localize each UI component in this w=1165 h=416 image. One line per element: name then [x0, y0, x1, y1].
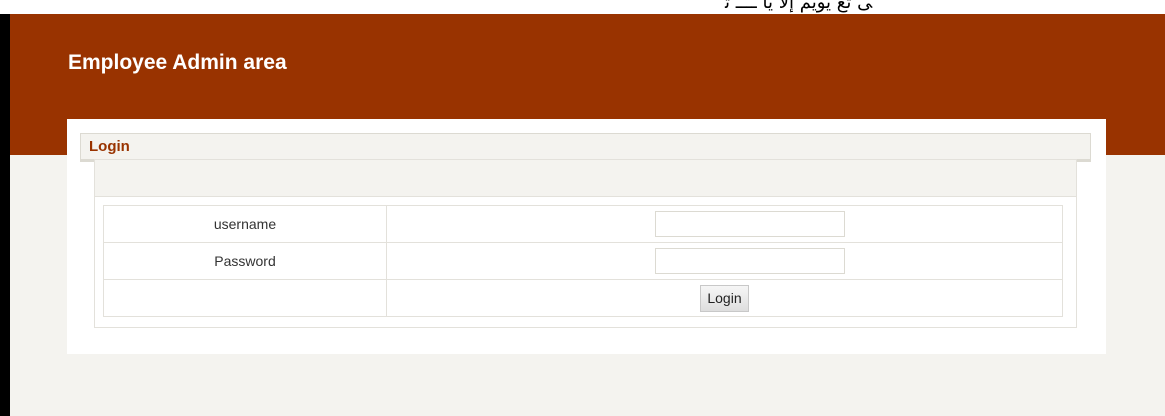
login-button[interactable]: Login	[700, 284, 749, 312]
submit-row: Login	[103, 279, 1063, 317]
page-viewport: Employee Admin area Login username Passw…	[10, 14, 1165, 416]
password-input[interactable]	[654, 248, 845, 274]
site-title: Employee Admin area	[68, 51, 287, 74]
password-row: Password	[103, 242, 1063, 280]
login-panel-header: Login	[80, 133, 1091, 162]
password-label: Password	[103, 242, 387, 280]
username-cell	[386, 205, 1063, 243]
username-input[interactable]	[654, 211, 845, 237]
cropped-top-text: ‪ﯽ ﺗﻊ ﯾﻮﯾﻢ ﺇﻻ ﯾﺎ ــــ ﺛ	[0, 0, 1165, 14]
username-label: username	[103, 205, 387, 243]
login-form-header-bar	[95, 160, 1076, 197]
password-cell	[386, 242, 1063, 280]
login-form: username Password Login	[94, 159, 1077, 328]
username-row: username	[103, 205, 1063, 243]
login-table: username Password Login	[103, 205, 1063, 317]
submit-cell: Login	[386, 279, 1063, 317]
login-panel: Login username Password Login	[67, 119, 1106, 354]
login-panel-title: Login	[89, 138, 130, 155]
empty-label-cell	[103, 279, 387, 317]
